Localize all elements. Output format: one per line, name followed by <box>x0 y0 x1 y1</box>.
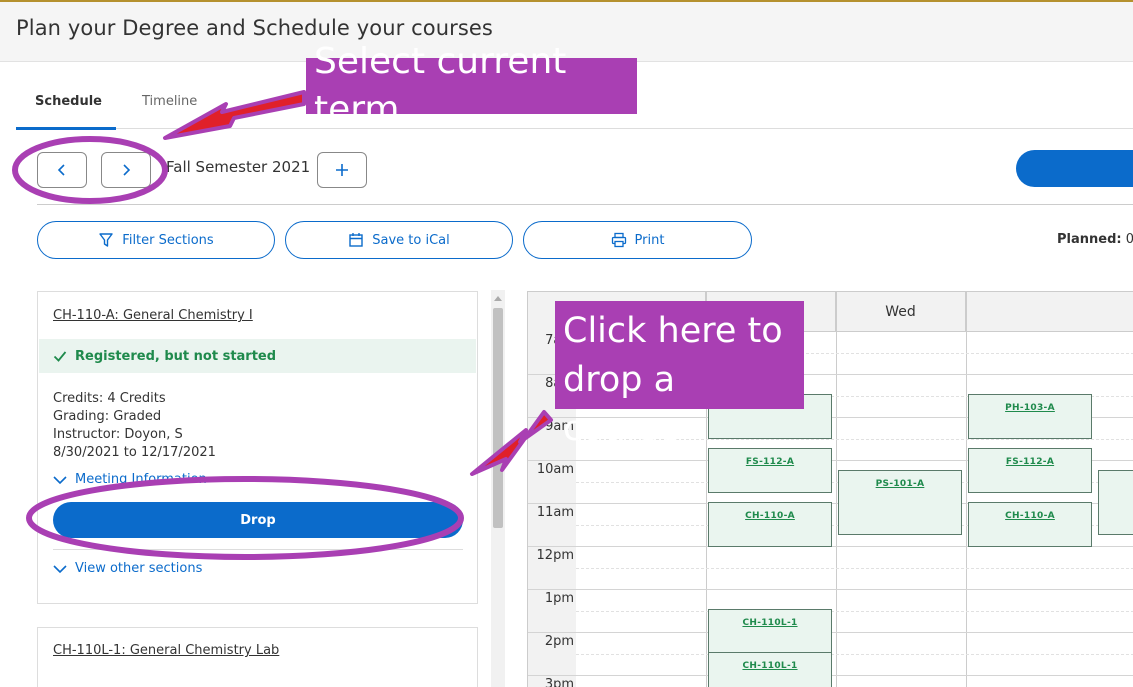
course-list-scrollbar[interactable] <box>491 290 505 687</box>
half-hour-line <box>576 654 1133 655</box>
plus-icon <box>336 164 348 176</box>
divider <box>37 204 1133 205</box>
filter-icon <box>99 233 113 247</box>
divider <box>53 549 463 550</box>
calendar-icon <box>349 233 363 247</box>
chevron-right-icon <box>123 164 131 176</box>
time-label: 11am <box>536 505 574 520</box>
calendar-event-ch-110l-1[interactable]: CH-110L-1 <box>708 652 832 687</box>
time-label: 1pm <box>544 591 574 606</box>
dates-text: 8/30/2021 to 12/17/2021 <box>53 445 216 460</box>
day-header-thu <box>966 292 1133 332</box>
page: Plan your Degree and Schedule your cours… <box>0 0 1133 687</box>
tab-schedule[interactable]: Schedule <box>35 94 102 109</box>
hour-line <box>528 589 1133 590</box>
chevron-down-icon <box>53 475 67 484</box>
annotation-line: drop a course <box>563 360 680 449</box>
course-card: CH-110L-1: General Chemistry Lab <box>37 627 478 687</box>
save-to-ical-label: Save to iCal <box>372 232 450 248</box>
chevron-down-icon <box>53 564 67 573</box>
calendar-event-fs-112-a[interactable]: FS-112-A <box>968 448 1092 493</box>
half-hour-line <box>576 611 1133 612</box>
next-term-button[interactable] <box>101 152 151 188</box>
grading-text: Grading: Graded <box>53 409 162 424</box>
active-tab-indicator <box>16 127 116 130</box>
current-term-label: Fall Semester 2021 <box>166 158 311 176</box>
calendar-event-ch-110l-1[interactable]: CH-110L-1 <box>708 609 832 654</box>
scroll-up-arrow-icon[interactable] <box>494 296 502 301</box>
print-button[interactable]: Print <box>523 221 752 259</box>
day-header-wed: Wed <box>836 292 966 332</box>
time-label: 3pm <box>544 677 574 687</box>
course-list: CH-110-A: General Chemistry I Registered… <box>16 290 506 687</box>
page-title: Plan your Degree and Schedule your cours… <box>16 16 493 40</box>
calendar-event-ph-103-a[interactable]: PH-103-A <box>968 394 1092 439</box>
calendar-event-ps-101-a[interactable]: PS-101-A <box>838 470 962 535</box>
filter-sections-label: Filter Sections <box>122 232 214 248</box>
primary-action-button[interactable] <box>1016 150 1133 187</box>
drop-button[interactable]: Drop <box>53 502 463 538</box>
course-title-link[interactable]: CH-110-A: General Chemistry I <box>53 308 253 323</box>
meeting-information-label: Meeting Information <box>75 472 207 487</box>
time-label: 2pm <box>544 634 574 649</box>
calendar-event-ch-110-a[interactable]: CH-110-A <box>968 502 1092 547</box>
view-other-sections-label: View other sections <box>75 561 203 576</box>
checkmark-icon <box>53 351 67 362</box>
tab-timeline[interactable]: Timeline <box>142 94 197 109</box>
course-details: Credits: 4 Credits Grading: Graded Instr… <box>53 390 216 462</box>
view-other-sections-toggle[interactable]: View other sections <box>53 561 202 576</box>
course-title-link[interactable]: CH-110L-1: General Chemistry Lab <box>53 643 279 658</box>
credits-text: Credits: 4 Credits <box>53 391 166 406</box>
calendar-event[interactable] <box>1098 470 1133 535</box>
calendar-event-fs-112-a[interactable]: FS-112-A <box>708 448 832 493</box>
save-to-ical-button[interactable]: Save to iCal <box>285 221 513 259</box>
chevron-left-icon <box>57 164 65 176</box>
time-label: 12pm <box>536 548 574 563</box>
calendar-event-ch-110-a[interactable]: CH-110-A <box>708 502 832 547</box>
column-line <box>966 292 967 687</box>
column-line <box>836 292 837 687</box>
status-badge: Registered, but not started <box>39 339 476 373</box>
scroll-thumb[interactable] <box>493 308 503 528</box>
annotation-select-term: Select current term <box>306 41 637 130</box>
planned-label: Planned: <box>1057 232 1122 247</box>
annotation-drop-course: Click here to drop a course <box>555 301 804 449</box>
status-text: Registered, but not started <box>75 348 277 364</box>
add-term-button[interactable] <box>317 152 367 188</box>
instructor-text: Instructor: Doyon, S <box>53 427 183 442</box>
print-icon <box>611 232 626 248</box>
course-card: CH-110-A: General Chemistry I Registered… <box>37 291 478 604</box>
filter-sections-button[interactable]: Filter Sections <box>37 221 275 259</box>
planned-value: 0 <box>1125 232 1133 247</box>
previous-term-button[interactable] <box>37 152 87 188</box>
time-label: 10am <box>536 462 574 477</box>
print-label: Print <box>634 232 665 248</box>
meeting-information-toggle[interactable]: Meeting Information <box>53 472 207 487</box>
planned-count: Planned: 0 <box>1057 232 1133 247</box>
annotation-line: Click here to <box>563 311 783 351</box>
half-hour-line <box>576 568 1133 569</box>
